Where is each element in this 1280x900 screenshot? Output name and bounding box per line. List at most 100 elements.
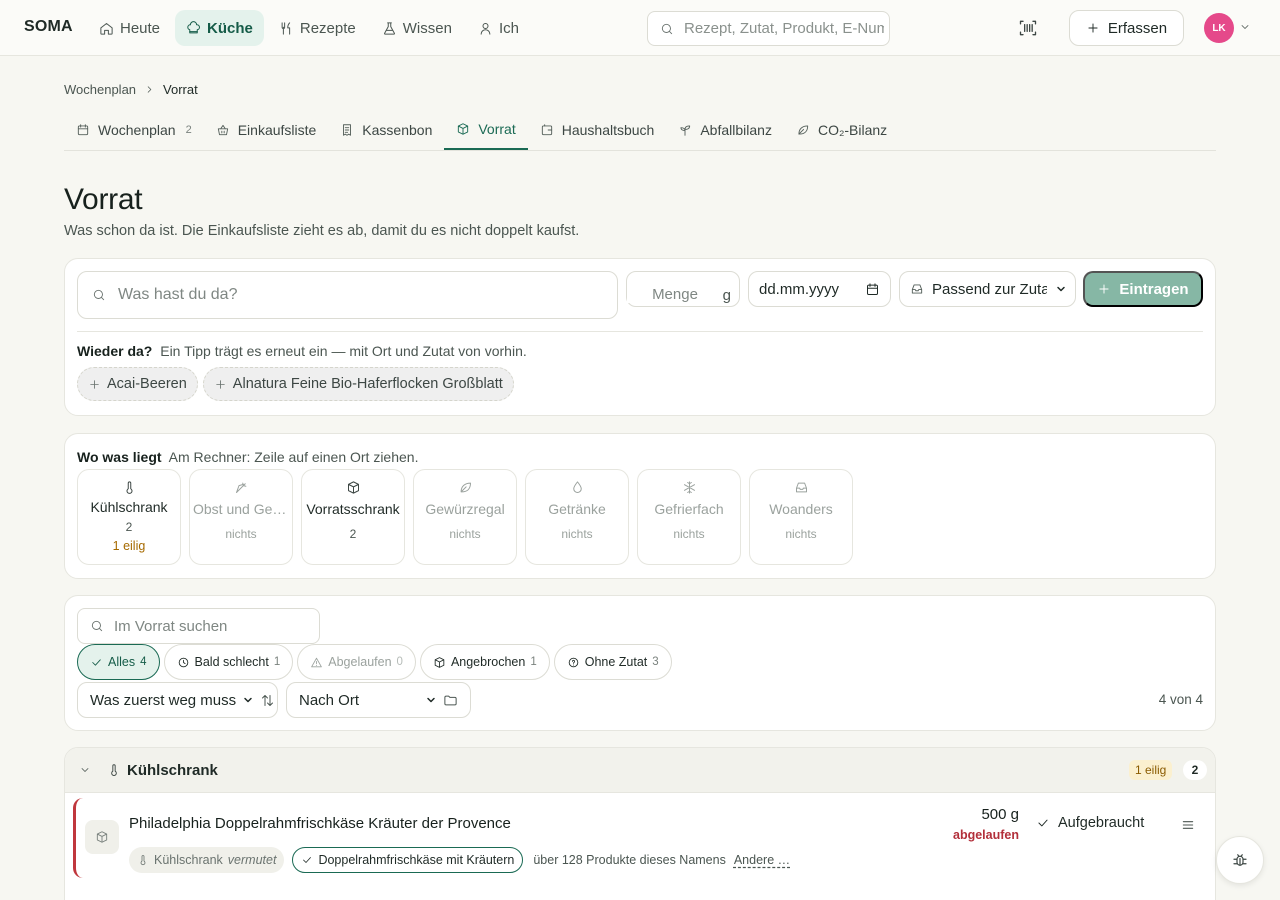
entry-search-input[interactable]: [118, 286, 578, 304]
filter-chip-abgelaufen[interactable]: Abgelaufen 0: [297, 644, 416, 680]
tab-vorrat[interactable]: Vorrat: [444, 110, 528, 150]
breadcrumb-parent[interactable]: Wochenplan: [64, 82, 136, 97]
clock-icon: [177, 656, 190, 669]
product-name[interactable]: Philadelphia Doppelrahmfrischkäse Kräute…: [129, 815, 511, 832]
chevron-down-icon[interactable]: [1239, 21, 1251, 33]
thermometer-icon: [107, 763, 121, 777]
tab-kassenbon[interactable]: Kassenbon: [328, 110, 444, 150]
box-icon: [95, 830, 109, 844]
box-icon: [456, 122, 470, 136]
global-search-input[interactable]: [684, 20, 884, 37]
group-select[interactable]: Nach Ort: [286, 682, 471, 718]
location-tile-gewuerzregal[interactable]: Gewürzregal nichts: [413, 469, 517, 565]
tab-haushaltsbuch[interactable]: Haushaltsbuch: [528, 110, 667, 150]
folder-icon[interactable]: [443, 693, 458, 708]
tab-abfallbilanz[interactable]: Abfallbilanz: [666, 110, 784, 150]
ingredient-select[interactable]: Passend zur Zutat: [899, 271, 1076, 307]
utensils-icon: [279, 21, 294, 36]
tab-wochenplan[interactable]: Wochenplan 2: [64, 110, 204, 150]
chevron-down-icon: [425, 694, 437, 706]
nav-item-wissen[interactable]: Wissen: [371, 10, 463, 46]
group-header[interactable]: Kühlschrank 1 eilig 2: [65, 748, 1215, 793]
chevron-down-icon[interactable]: [79, 764, 91, 776]
location-tile-getraenke[interactable]: Getränke nichts: [525, 469, 629, 565]
group-count-badge: 2: [1183, 760, 1207, 780]
box-icon: [433, 656, 446, 669]
tab-co2-bilanz[interactable]: CO₂-Bilanz: [784, 110, 899, 150]
calendar-icon[interactable]: [865, 282, 880, 297]
brand-logo[interactable]: SOMA: [24, 18, 73, 36]
user-icon: [478, 21, 493, 36]
filter-chip-angebrochen[interactable]: Angebrochen 1: [419, 644, 550, 680]
location-tile-obst-gemuese[interactable]: Obst und Gemüse nichts: [189, 469, 293, 565]
quantity-unit: g: [722, 287, 731, 304]
filter-chip-ohne-zutat[interactable]: Ohne Zutat 3: [553, 644, 672, 680]
ingredient-match-pill[interactable]: Doppelrahmfrischkäse mit Kräutern: [292, 847, 524, 873]
used-up-button[interactable]: Aufgebraucht: [1036, 815, 1144, 831]
barcode-scan-icon[interactable]: [1018, 18, 1038, 38]
location-count: nichts: [225, 527, 257, 541]
other-products-link[interactable]: Andere …: [734, 853, 790, 867]
location-tile-woanders[interactable]: Woanders nichts: [749, 469, 853, 565]
capture-button[interactable]: Erfassen: [1069, 10, 1184, 46]
inventory-search-field: [77, 608, 320, 644]
wallet-icon: [540, 123, 554, 137]
plus-icon: [88, 378, 101, 391]
divider: [77, 331, 1203, 332]
suggestion-chip[interactable]: Acai-Beeren: [77, 367, 198, 401]
tab-einkaufsliste[interactable]: Einkaufsliste: [204, 110, 329, 150]
plus-icon: [1086, 21, 1100, 35]
submit-button[interactable]: Eintragen: [1083, 271, 1203, 307]
location-tile-vorratsschrank[interactable]: Vorratsschrank 2: [301, 469, 405, 565]
check-icon: [301, 854, 313, 866]
chef-hat-icon: [186, 20, 201, 36]
snowflake-icon: [682, 480, 697, 495]
chevron-down-icon: [242, 694, 254, 706]
tab-count: 2: [185, 124, 192, 136]
avatar[interactable]: LK: [1204, 13, 1234, 43]
inventory-row[interactable]: Philadelphia Doppelrahmfrischkäse Kräute…: [73, 798, 1209, 878]
group-title: Kühlschrank: [127, 762, 218, 779]
inventory-search-input[interactable]: [114, 617, 314, 635]
expiry-date-input[interactable]: dd.mm.yyyy: [748, 271, 891, 307]
used-up-label: Aufgebraucht: [1058, 815, 1145, 831]
location-name: Woanders: [769, 501, 833, 517]
filter-card: Alles 4 Bald schlecht 1 Abgelaufen 0 Ang…: [64, 595, 1216, 731]
nav-item-rezepte[interactable]: Rezepte: [268, 10, 367, 46]
product-meta: Kühlschrank vermutet Doppelrahmfrischkäs…: [129, 847, 790, 873]
entry-search-field: [77, 271, 618, 319]
nav-item-label: Rezepte: [299, 19, 356, 37]
filter-label: Alles: [108, 655, 136, 669]
tab-label: Vorrat: [478, 121, 516, 137]
filter-chips: Alles 4 Bald schlecht 1 Abgelaufen 0 Ang…: [77, 644, 672, 680]
filter-chip-alles[interactable]: Alles 4: [77, 644, 160, 680]
inbox-icon: [910, 282, 924, 296]
basket-icon: [216, 123, 230, 137]
locations-hint: Am Rechner: Zeile auf einen Ort ziehen.: [168, 449, 419, 465]
location-tile-kuehlschrank[interactable]: Kühlschrank 2 1 eilig: [77, 469, 181, 565]
suggestion-chip[interactable]: Alnatura Feine Bio-Haferflocken Großblat…: [202, 367, 514, 401]
filter-chip-bald-schlecht[interactable]: Bald schlecht 1: [163, 644, 294, 680]
global-search: [647, 11, 890, 46]
nav-item-heute[interactable]: Heute: [88, 10, 171, 46]
sort-value: Was zuerst weg muss: [90, 691, 237, 709]
location-pill[interactable]: Kühlschrank vermutet: [129, 847, 285, 873]
droplet-icon: [570, 480, 585, 495]
menu-icon[interactable]: [1180, 817, 1196, 833]
sort-select[interactable]: Was zuerst weg muss: [77, 682, 278, 718]
page-title: Vorrat: [64, 183, 143, 216]
filter-label: Angebrochen: [450, 655, 526, 669]
locations-header: Wo was liegt Am Rechner: Zeile auf einen…: [77, 449, 418, 465]
nav-item-kueche[interactable]: Küche: [175, 10, 264, 46]
thermometer-icon: [137, 854, 149, 866]
entry-card: g dd.mm.yyyy Passend zur Zutat Eintragen…: [64, 258, 1216, 416]
bug-report-button[interactable]: [1216, 836, 1264, 884]
sort-arrows-icon[interactable]: [260, 693, 275, 708]
location-tile-gefrierfach[interactable]: Gefrierfach nichts: [637, 469, 741, 565]
nav-item-ich[interactable]: Ich: [467, 10, 530, 46]
date-placeholder: dd.mm.yyyy: [759, 280, 840, 298]
top-navigation: SOMA Heute Küche Rezepte Wissen Ich Erfa…: [0, 0, 1280, 56]
breadcrumb: Wochenplan Vorrat: [64, 82, 198, 97]
quantity-input[interactable]: [627, 285, 707, 303]
search-icon: [660, 22, 674, 36]
